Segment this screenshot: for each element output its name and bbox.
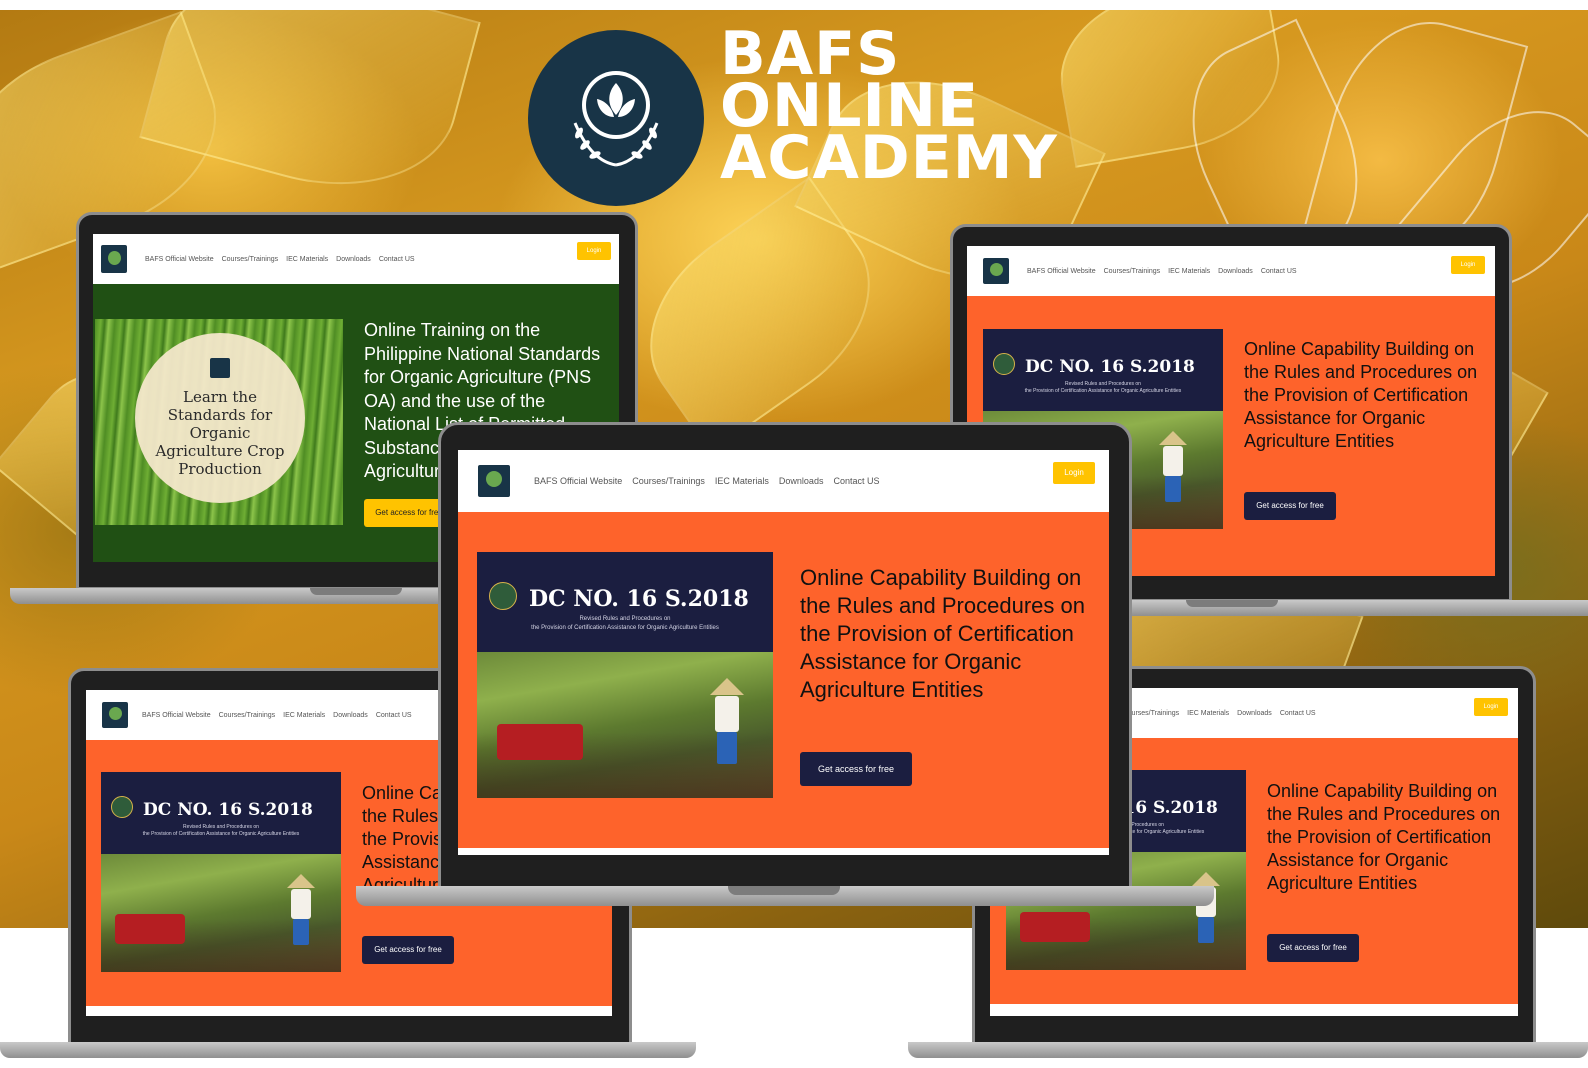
- login-button[interactable]: Login: [1053, 462, 1095, 484]
- screen-dc-center: BAFS Official Website Courses/Trainings …: [458, 450, 1109, 855]
- nav-official-website[interactable]: BAFS Official Website: [1027, 268, 1096, 275]
- laurel-leaf-icon: [573, 71, 659, 167]
- poster-logo-icon: [111, 796, 133, 818]
- poster-title: DC NO. 16 S.2018: [1025, 357, 1195, 377]
- nav-official-website[interactable]: BAFS Official Website: [145, 256, 214, 263]
- leaf-logo-icon: [210, 358, 230, 378]
- login-button[interactable]: Login: [1451, 256, 1485, 274]
- get-access-button[interactable]: Get access for free: [1267, 934, 1359, 962]
- poster-title: DC NO. 16 S.2018: [143, 800, 313, 820]
- poster-subtitle-1: Revised Rules and Procedures on: [183, 824, 259, 830]
- nav-official-website[interactable]: BAFS Official Website: [534, 476, 622, 486]
- hero-section: DC NO. 16 S.2018 Revised Rules and Proce…: [458, 512, 1109, 848]
- academy-title: BAFS ONLINE ACADEMY: [720, 24, 1058, 193]
- laptop-base: [908, 1042, 1588, 1058]
- poster-subtitle-1: Revised Rules and Procedures on: [1065, 381, 1141, 387]
- nav-iec-materials[interactable]: IEC Materials: [1187, 710, 1229, 717]
- crop-photo: Learn the Standards for Organic Agricult…: [95, 319, 343, 525]
- nav-logo[interactable]: [478, 465, 510, 497]
- dc-poster: DC NO. 16 S.2018 Revised Rules and Proce…: [101, 772, 341, 972]
- laptop-base: [1110, 600, 1588, 616]
- crop-circle-text: Learn the Standards for Organic Agricult…: [155, 388, 285, 478]
- academy-title-line3: ACADEMY: [720, 123, 1058, 193]
- hero-title: Online Capability Building on the Rules …: [1244, 339, 1478, 451]
- laptop-base: [0, 1042, 696, 1058]
- nav-courses[interactable]: Courses/Trainings: [222, 256, 279, 263]
- nav-logo[interactable]: [983, 258, 1009, 284]
- nav-logo[interactable]: [102, 702, 128, 728]
- nav-logo[interactable]: [101, 245, 127, 273]
- nav-iec-materials[interactable]: IEC Materials: [286, 256, 328, 263]
- crop-circle: Learn the Standards for Organic Agricult…: [135, 333, 305, 503]
- get-access-button[interactable]: Get access for free: [800, 752, 912, 786]
- nav-courses[interactable]: Courses/Trainings: [1104, 268, 1161, 275]
- nav-iec-materials[interactable]: IEC Materials: [1168, 268, 1210, 275]
- nav-iec-materials[interactable]: IEC Materials: [283, 712, 325, 719]
- nav-courses[interactable]: Courses/Trainings: [219, 712, 276, 719]
- nav-official-website[interactable]: BAFS Official Website: [142, 712, 211, 719]
- poster-subtitle-2: the Provision of Certification Assistanc…: [531, 625, 719, 631]
- poster-subtitle-2: the Provision of Certification Assistanc…: [142, 831, 300, 837]
- nav-downloads[interactable]: Downloads: [1237, 710, 1272, 717]
- nav-downloads[interactable]: Downloads: [779, 476, 824, 486]
- nav-contact[interactable]: Contact US: [1280, 710, 1316, 717]
- login-button[interactable]: Login: [1474, 698, 1508, 716]
- nav-contact[interactable]: Contact US: [379, 256, 415, 263]
- academy-logo-badge: [528, 30, 704, 206]
- poster-subtitle-1: Revised Rules and Procedures on: [579, 616, 671, 622]
- login-button[interactable]: Login: [577, 242, 611, 260]
- nav-downloads[interactable]: Downloads: [1218, 268, 1253, 275]
- dc-poster: DC NO. 16 S.2018 Revised Rules and Proce…: [477, 552, 773, 798]
- poster-subtitle-2: the Provision of Certification Assistanc…: [1024, 388, 1182, 394]
- get-access-button[interactable]: Get access for free: [1244, 492, 1336, 520]
- nav-downloads[interactable]: Downloads: [336, 256, 371, 263]
- poster-logo-icon: [489, 582, 517, 610]
- poster-logo-icon: [993, 353, 1015, 375]
- nav-contact[interactable]: Contact US: [376, 712, 412, 719]
- farmer-photo: [477, 652, 773, 798]
- nav-downloads[interactable]: Downloads: [333, 712, 368, 719]
- nav-iec-materials[interactable]: IEC Materials: [715, 476, 769, 486]
- hero-title: Online Capability Building on the Rules …: [800, 565, 1085, 702]
- poster-title: DC NO. 16 S.2018: [529, 586, 749, 612]
- nav-contact[interactable]: Contact US: [833, 476, 879, 486]
- hero-title: Online Capability Building on the Rules …: [1267, 781, 1501, 893]
- farmer-photo: [101, 854, 341, 972]
- get-access-button[interactable]: Get access for free: [362, 936, 454, 964]
- nav-courses[interactable]: Courses/Trainings: [632, 476, 705, 486]
- nav-contact[interactable]: Contact US: [1261, 268, 1297, 275]
